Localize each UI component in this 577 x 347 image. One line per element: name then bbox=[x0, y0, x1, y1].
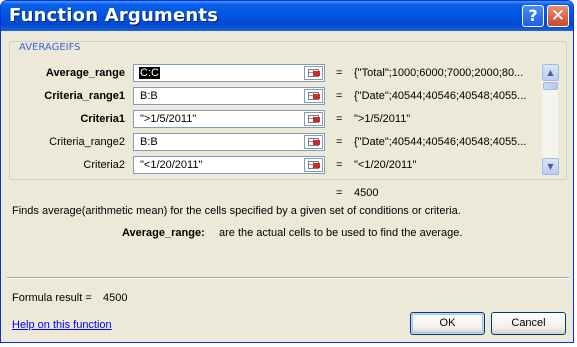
help-button[interactable]: ? bbox=[522, 5, 544, 27]
function-result-value: 4500 bbox=[354, 187, 379, 199]
criteria1-label: Criteria1 bbox=[80, 113, 125, 125]
arguments-scrollbar[interactable]: ▲ ▼ bbox=[541, 64, 559, 175]
criteria-range2-input[interactable]: B:B bbox=[133, 133, 325, 151]
scroll-up-arrow-icon[interactable]: ▲ bbox=[542, 64, 559, 81]
function-name-label: AVERAGEIFS bbox=[18, 42, 82, 53]
equals-sign: = bbox=[336, 67, 343, 79]
average-range-input[interactable]: C:C bbox=[133, 64, 325, 82]
criteria-range2-value: B:B bbox=[140, 136, 158, 148]
function-result-equals: = bbox=[336, 187, 343, 199]
criteria-range2-preview: {"Date";40544;40546;40548;4055... bbox=[354, 136, 527, 148]
formula-result-value: 4500 bbox=[103, 292, 128, 304]
criteria2-preview: "<1/20/2011" bbox=[354, 159, 417, 171]
criteria-range1-preview: {"Date";40544;40546;40548;4055... bbox=[354, 90, 527, 102]
help-on-function-link[interactable]: Help on this function bbox=[12, 319, 112, 331]
collapse-dialog-button[interactable] bbox=[304, 112, 323, 126]
ok-button[interactable]: OK bbox=[410, 312, 485, 335]
collapse-dialog-button[interactable] bbox=[304, 158, 323, 172]
criteria1-input[interactable]: ">1/5/2011" bbox=[133, 110, 325, 128]
collapse-dialog-button[interactable] bbox=[304, 135, 323, 149]
separator bbox=[7, 277, 569, 279]
scroll-thumb[interactable] bbox=[543, 82, 558, 90]
equals-sign: = bbox=[336, 136, 343, 148]
collapse-dialog-button[interactable] bbox=[304, 66, 323, 80]
close-button[interactable]: ✕ bbox=[547, 5, 569, 27]
criteria1-value: ">1/5/2011" bbox=[140, 113, 197, 125]
average-range-preview: {"Total";1000;6000;7000;2000;80... bbox=[354, 67, 524, 79]
equals-sign: = bbox=[336, 113, 343, 125]
criteria1-preview: ">1/5/2011" bbox=[354, 113, 411, 125]
argument-help-name: Average_range: bbox=[122, 227, 205, 239]
collapse-dialog-button[interactable] bbox=[304, 89, 323, 103]
criteria2-input[interactable]: "<1/20/2011" bbox=[133, 156, 325, 174]
formula-result-label: Formula result = bbox=[12, 292, 92, 304]
function-description: Finds average(arithmetic mean) for the c… bbox=[12, 205, 461, 217]
criteria-range1-input[interactable]: B:B bbox=[133, 87, 325, 105]
criteria2-label: Criteria2 bbox=[83, 159, 125, 171]
scroll-down-arrow-icon[interactable]: ▼ bbox=[542, 158, 559, 175]
title-bar[interactable]: Function Arguments ? ✕ bbox=[1, 1, 573, 31]
criteria-range1-value: B:B bbox=[140, 90, 158, 102]
argument-help-text: are the actual cells to be used to find … bbox=[219, 227, 463, 239]
criteria-range1-label: Criteria_range1 bbox=[44, 90, 125, 102]
equals-sign: = bbox=[336, 90, 343, 102]
dialog-title: Function Arguments bbox=[9, 5, 219, 26]
criteria-range2-label: Criteria_range2 bbox=[49, 136, 125, 148]
cancel-button[interactable]: Cancel bbox=[491, 312, 566, 335]
average-range-value: C:C bbox=[139, 67, 160, 79]
equals-sign: = bbox=[336, 159, 343, 171]
criteria2-value: "<1/20/2011" bbox=[140, 159, 203, 171]
average-range-label: Average_range bbox=[45, 67, 125, 79]
function-arguments-dialog: Function Arguments ? ✕ AVERAGEIFS Averag… bbox=[0, 0, 574, 343]
